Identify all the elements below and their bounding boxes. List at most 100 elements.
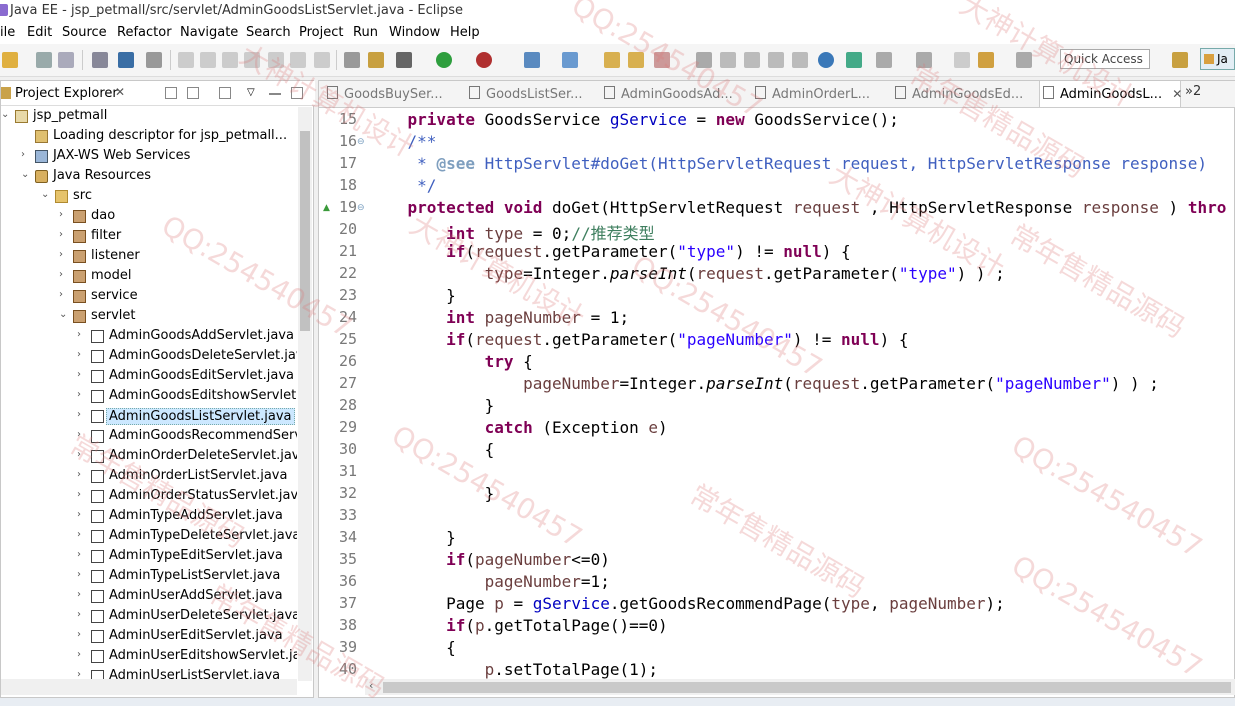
tree-item[interactable]: › AdminTypeEditServlet.java xyxy=(77,547,297,567)
code-line[interactable]: } xyxy=(369,484,495,506)
tree-item[interactable]: › AdminUserEditshowServlet.java xyxy=(77,647,297,667)
tab-goods-buy-servlet[interactable]: GoodsBuySer... xyxy=(327,86,443,102)
chevron-right-icon[interactable]: › xyxy=(77,449,87,460)
code-line[interactable]: if(request.getParameter("type") != null)… xyxy=(369,242,851,264)
chevron-right-icon[interactable]: › xyxy=(77,549,87,560)
menu-source[interactable]: Source xyxy=(62,25,107,40)
menu-file[interactable]: ile xyxy=(0,25,15,40)
code-line[interactable]: if(pageNumber<=0) xyxy=(369,550,610,572)
tree-item[interactable]: › AdminGoodsDeleteServlet.java xyxy=(77,347,297,367)
tree-item[interactable]: › AdminTypeDeleteServlet.java xyxy=(77,527,297,547)
back-icon[interactable] xyxy=(978,52,994,68)
tree-item[interactable]: › AdminGoodsAddServlet.java xyxy=(77,327,297,347)
external-tools-icon[interactable] xyxy=(476,52,492,68)
code-line[interactable]: protected void doGet(HttpServletRequest … xyxy=(369,198,1227,220)
code-line[interactable]: */ xyxy=(369,176,436,198)
tab-admin-goods-list-servlet[interactable]: AdminGoodsL... ✕ xyxy=(1043,86,1182,102)
chevron-right-icon[interactable]: › xyxy=(77,649,87,660)
resume-icon[interactable] xyxy=(178,52,194,68)
tree-item[interactable]: › AdminOrderDeleteServlet.java xyxy=(77,447,297,467)
chevron-right-icon[interactable]: › xyxy=(59,269,69,280)
chevron-down-icon[interactable]: ⌄ xyxy=(21,169,31,180)
code-line[interactable]: pageNumber=Integer.parseInt(request.getP… xyxy=(369,374,1159,396)
build-icon[interactable] xyxy=(92,52,108,68)
tree-item[interactable]: › AdminGoodsEditshowServlet.jav xyxy=(77,387,297,407)
tree-item[interactable]: › AdminTypeListServlet.java xyxy=(77,567,297,587)
menu-window[interactable]: Window xyxy=(389,25,440,40)
deploy-icon[interactable] xyxy=(846,52,862,68)
chevron-right-icon[interactable]: › xyxy=(77,329,87,340)
code-line[interactable]: { xyxy=(369,440,495,462)
scrollbar-thumb[interactable] xyxy=(383,682,1231,693)
step-over-icon[interactable] xyxy=(290,52,306,68)
more-tabs-button[interactable]: »2 xyxy=(1185,84,1201,99)
new-class-icon[interactable] xyxy=(562,52,578,68)
save-all-icon[interactable] xyxy=(58,52,74,68)
search-icon[interactable] xyxy=(654,52,670,68)
fold-toggle-icon[interactable]: ⊖ xyxy=(357,137,365,147)
console-icon[interactable] xyxy=(118,52,134,68)
open-resource-icon[interactable] xyxy=(628,52,644,68)
tree-item[interactable]: › AdminGoodsRecommendServle xyxy=(77,427,297,447)
code-line[interactable]: private GoodsService gService = new Good… xyxy=(369,110,899,132)
chevron-right-icon[interactable]: › xyxy=(77,389,87,400)
new-icon[interactable] xyxy=(2,52,18,68)
tree-item[interactable]: › service xyxy=(59,287,297,307)
menu-search[interactable]: Search xyxy=(246,25,291,40)
tree-item[interactable]: › AdminOrderListServlet.java xyxy=(77,467,297,487)
tree-item[interactable]: ⌄ Java Resources xyxy=(21,167,297,187)
tree-item[interactable]: › JAX-WS Web Services xyxy=(21,147,297,167)
step-return-icon[interactable] xyxy=(314,52,330,68)
tree-item[interactable]: › AdminGoodsEditServlet.java xyxy=(77,367,297,387)
code-area[interactable]: private GoodsService gService = new Good… xyxy=(369,108,1235,680)
tree-item[interactable]: ⌄ jsp_petmall xyxy=(1,107,297,127)
tree-item[interactable]: ⌄ src xyxy=(41,187,297,207)
chevron-right-icon[interactable]: › xyxy=(59,289,69,300)
menu-run[interactable]: Run xyxy=(353,25,378,40)
java-ee-perspective-button[interactable]: Ja xyxy=(1200,48,1235,70)
quick-access-input[interactable]: Quick Access xyxy=(1060,49,1150,69)
tree-horizontal-scrollbar[interactable] xyxy=(1,679,297,695)
step-into-icon[interactable] xyxy=(268,52,284,68)
fold-toggle-icon[interactable]: ⊖ xyxy=(357,203,365,213)
tree-item[interactable]: Loading descriptor for jsp_petmall... xyxy=(21,127,297,147)
editor-horizontal-scrollbar[interactable]: ‹ xyxy=(365,679,1235,695)
view-menu-icon[interactable] xyxy=(219,87,231,99)
chevron-right-icon[interactable]: › xyxy=(77,489,87,500)
disconnect-icon[interactable] xyxy=(244,52,260,68)
chevron-right-icon[interactable]: › xyxy=(77,609,87,620)
tree-item[interactable]: › AdminUserDeleteServlet.java xyxy=(77,607,297,627)
tree-item[interactable]: › AdminOrderStatusServlet.java xyxy=(77,487,297,507)
last-edit-icon[interactable] xyxy=(954,52,970,68)
minimize-icon[interactable] xyxy=(269,87,281,95)
chevron-right-icon[interactable]: › xyxy=(59,229,69,240)
tree-item[interactable]: › dao xyxy=(59,207,297,227)
menu-edit[interactable]: Edit xyxy=(27,25,52,40)
code-line[interactable]: /** xyxy=(369,132,437,154)
code-line[interactable]: { xyxy=(369,638,456,660)
menu-help[interactable]: Help xyxy=(450,25,480,40)
chevron-right-icon[interactable]: › xyxy=(77,569,87,580)
tree-vertical-scrollbar[interactable] xyxy=(298,107,312,681)
scrollbar-thumb[interactable] xyxy=(300,131,310,331)
tree-item[interactable]: › AdminUserEditServlet.java xyxy=(77,627,297,647)
close-icon[interactable]: ✕ xyxy=(1172,87,1182,101)
tree-item[interactable]: › AdminGoodsListServlet.java xyxy=(77,407,297,427)
menu-project[interactable]: Project xyxy=(299,25,343,40)
chevron-right-icon[interactable]: › xyxy=(77,369,87,380)
tree-item[interactable]: ⌄ servlet xyxy=(59,307,297,327)
new-java-project-icon[interactable] xyxy=(524,52,540,68)
code-line[interactable]: catch (Exception e) xyxy=(369,418,668,440)
chevron-down-icon[interactable]: ▽ xyxy=(247,87,259,99)
server-icon[interactable] xyxy=(368,52,384,68)
code-line[interactable]: Page p = gService.getGoodsRecommendPage(… xyxy=(369,594,1005,616)
code-line[interactable]: } xyxy=(369,396,495,418)
code-line[interactable]: if(request.getParameter("pageNumber") !=… xyxy=(369,330,908,352)
chevron-right-icon[interactable]: › xyxy=(77,629,87,640)
browser-icon[interactable] xyxy=(818,52,834,68)
chevron-down-icon[interactable]: ⌄ xyxy=(1,109,11,120)
tab-admin-goods-add-servlet[interactable]: AdminGoodsAd... xyxy=(604,86,733,102)
tree-item[interactable]: › filter xyxy=(59,227,297,247)
chevron-right-icon[interactable]: › xyxy=(77,409,87,420)
code-line[interactable]: * @see HttpServlet#doGet(HttpServletRequ… xyxy=(369,154,1207,176)
